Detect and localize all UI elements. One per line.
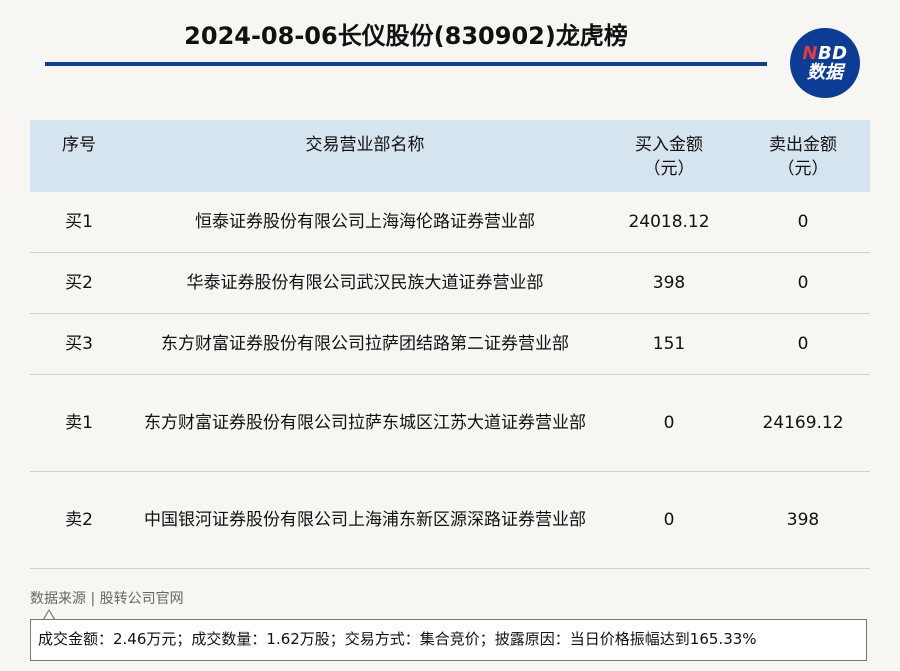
page-title: 2024-08-06长仪股份(830902)龙虎榜 (184, 22, 628, 50)
nbd-logo: NBD 数据 (790, 28, 860, 98)
table-header-row: 序号 交易营业部名称 买入金额 （元） 卖出金额 （元） (30, 120, 870, 192)
col-header-seq: 序号 (62, 135, 96, 155)
data-source-label: 数据来源 | 股转公司官网 (30, 591, 184, 607)
row-sell-amount: 0 (736, 313, 870, 375)
logo-text-top: NBD (802, 42, 848, 64)
table-row: 买1 恒泰证券股份有限公司上海海伦路证券营业部 24018.12 0 (30, 192, 870, 253)
row-sell-amount: 0 (736, 252, 870, 314)
row-branch-name: 华泰证券股份有限公司武汉民族大道证券营业部 (128, 252, 602, 314)
col-header-buy: 买入金额 （元） (635, 135, 703, 179)
row-branch-name: 恒泰证券股份有限公司上海海伦路证券营业部 (128, 192, 602, 253)
row-seq: 卖1 (30, 374, 128, 472)
row-buy-amount: 151 (602, 313, 736, 375)
row-branch-name: 东方财富证券股份有限公司拉萨团结路第二证券营业部 (128, 313, 602, 375)
row-sell-amount: 24169.12 (736, 374, 870, 472)
table-row: 买2 华泰证券股份有限公司武汉民族大道证券营业部 398 0 (30, 252, 870, 314)
row-buy-amount: 0 (602, 374, 736, 472)
row-sell-amount: 0 (736, 192, 870, 253)
col-header-name: 交易营业部名称 (305, 135, 425, 155)
title-divider (45, 62, 767, 66)
trade-summary-note: 成交金额：2.46万元；成交数量：1.62万股；交易方式：集合竞价；披露原因：当… (30, 619, 867, 661)
row-seq: 买1 (30, 192, 128, 253)
row-seq: 买2 (30, 252, 128, 314)
row-buy-amount: 398 (602, 252, 736, 314)
row-seq: 买3 (30, 313, 128, 375)
table-row: 买3 东方财富证券股份有限公司拉萨团结路第二证券营业部 151 0 (30, 313, 870, 375)
dragon-tiger-table: 序号 交易营业部名称 买入金额 （元） 卖出金额 （元） 买1 恒泰证券股份有限… (30, 120, 870, 569)
logo-text-top-rest: BD (817, 42, 848, 64)
logo-text-bottom: 数据 (807, 61, 843, 83)
table-row: 卖1 东方财富证券股份有限公司拉萨东城区江苏大道证券营业部 0 24169.12 (30, 374, 870, 472)
row-sell-amount: 398 (736, 471, 870, 569)
row-branch-name: 东方财富证券股份有限公司拉萨东城区江苏大道证券营业部 (128, 374, 602, 472)
table-row: 卖2 中国银河证券股份有限公司上海浦东新区源深路证券营业部 0 398 (30, 471, 870, 569)
row-branch-name: 中国银河证券股份有限公司上海浦东新区源深路证券营业部 (128, 471, 602, 569)
col-header-sell: 卖出金额 （元） (769, 135, 837, 179)
row-buy-amount: 24018.12 (602, 192, 736, 253)
row-buy-amount: 0 (602, 471, 736, 569)
row-seq: 卖2 (30, 471, 128, 569)
